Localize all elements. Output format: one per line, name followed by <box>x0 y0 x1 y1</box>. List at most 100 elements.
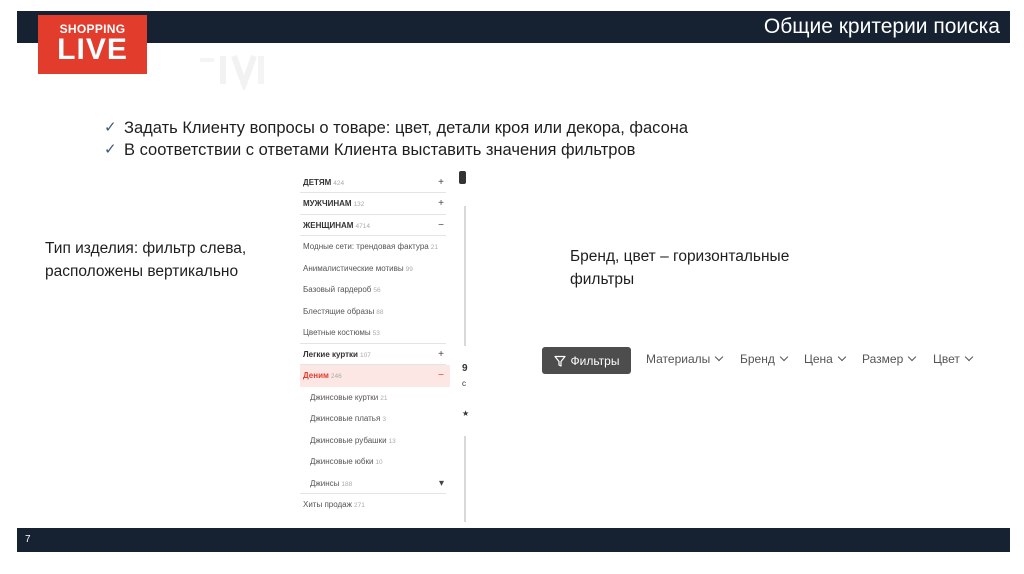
category-item[interactable]: ДЕТЯМ 424 + <box>300 171 450 193</box>
checkmark-icon: ✓ <box>104 141 117 158</box>
category-item[interactable]: Базовый гардероб 56 <box>300 279 450 301</box>
filter-label: Бренд <box>740 352 775 366</box>
filter-label: Размер <box>862 352 904 366</box>
category-name: Модные сети: трендовая фактура <box>303 242 429 251</box>
category-name: Джинсовые платья <box>310 414 381 423</box>
category-item[interactable]: Деним 246 − <box>300 364 450 387</box>
instruction-text: В соответствии с ответами Клиента выстав… <box>124 141 636 159</box>
category-name: Базовый гардероб <box>303 285 372 294</box>
category-count: 21 <box>430 244 438 251</box>
category-count: 53 <box>372 330 380 337</box>
category-item-label: Цветные костюмы 53 <box>303 328 380 337</box>
filter-materials[interactable]: Материалы <box>646 352 724 366</box>
slide-title: Общие критерии поиска <box>763 15 1000 38</box>
title-bar: Общие критерии поиска <box>17 11 1010 43</box>
category-item-label: Модные сети: трендовая фактура 21 <box>303 242 438 251</box>
category-name: Деним <box>303 371 329 380</box>
right-caption-line: Бренд, цвет – горизонтальные <box>570 248 790 265</box>
category-count: 3 <box>382 416 386 423</box>
scroll-handle[interactable] <box>459 171 466 184</box>
shopping-live-logo: SHOPPING LIVE <box>38 15 147 74</box>
right-caption: Бренд, цвет – горизонтальные фильтры <box>570 245 789 291</box>
page-number: 7 <box>25 534 31 545</box>
category-count: 4714 <box>355 222 370 230</box>
category-item[interactable]: Хиты продаж 271 <box>300 494 450 516</box>
scrollbar[interactable] <box>464 436 466 522</box>
category-item-label: Джинсы 188 <box>310 479 352 488</box>
category-item[interactable]: Модные сети: трендовая фактура 21 <box>300 236 450 258</box>
category-item-label: Деним 246 <box>303 371 342 380</box>
left-caption-line: расположены вертикально <box>45 263 239 280</box>
category-count: 107 <box>359 351 371 359</box>
category-name: Джинсовые рубашки <box>310 435 387 445</box>
left-caption-line: Тип изделия: фильтр слева, <box>45 240 247 257</box>
checkmark-icon: ✓ <box>104 119 117 136</box>
logo-line-2: LIVE <box>57 33 128 66</box>
chevron-down-icon <box>964 352 974 362</box>
category-item[interactable]: Легкие куртки 107 + <box>300 343 450 365</box>
expand-icon[interactable]: + <box>438 198 444 209</box>
filter-size[interactable]: Размер <box>862 352 917 366</box>
collapse-icon[interactable]: − <box>438 370 444 381</box>
filters-button-label: Фильтры <box>570 353 620 368</box>
category-item-label: МУЖЧИНАМ 132 <box>303 199 364 208</box>
filter-brand[interactable]: Бренд <box>740 352 789 366</box>
category-name: Джинсы <box>310 478 340 488</box>
category-name: Анималистические мотивы <box>303 263 404 273</box>
category-item[interactable]: Блестящие образы 88 <box>300 300 450 322</box>
filter-price[interactable]: Цена <box>804 352 847 366</box>
collapse-icon[interactable]: − <box>438 220 444 231</box>
expand-icon[interactable]: + <box>438 177 444 188</box>
filters-button[interactable]: Фильтры <box>542 347 631 374</box>
watermark-logo <box>200 54 264 90</box>
category-item[interactable]: Джинсовые юбки 10 <box>300 451 450 473</box>
filter-label: Цвет <box>933 352 960 366</box>
category-item-label: Джинсовые рубашки 13 <box>310 436 396 445</box>
category-name: Хиты продаж <box>303 500 352 509</box>
category-name: Легкие куртки <box>303 349 358 359</box>
category-item-label: Джинсовые платья 3 <box>310 414 386 423</box>
category-name: Джинсовые юбки <box>310 457 374 466</box>
chevron-down-icon <box>715 352 724 362</box>
category-item[interactable]: ЖЕНЩИНАМ 4714 − <box>300 214 450 236</box>
category-count: 13 <box>388 437 396 445</box>
scrollbar[interactable] <box>464 206 466 346</box>
category-count: 88 <box>376 308 384 316</box>
category-item[interactable]: Цветные костюмы 53 <box>300 322 450 344</box>
category-item[interactable]: Джинсы 188 ▾ <box>300 472 450 494</box>
category-item-label: ДЕТЯМ 424 <box>303 178 344 187</box>
category-count: 10 <box>375 459 383 466</box>
category-item-label: Джинсовые юбки 10 <box>310 457 383 466</box>
category-name: Цветные костюмы <box>303 328 371 337</box>
funnel-icon <box>553 355 566 367</box>
category-item-label: Легкие куртки 107 <box>303 350 371 359</box>
category-item[interactable]: Анималистические мотивы 99 <box>300 257 450 279</box>
instruction-list: ✓ Задать Клиенту вопросы о товаре: цвет,… <box>104 117 688 161</box>
instruction-text: Задать Клиенту вопросы о товаре: цвет, д… <box>124 119 689 137</box>
chevron-down-icon <box>837 352 847 362</box>
category-item[interactable]: Джинсовые рубашки 13 <box>300 429 450 451</box>
cut-off-text: 9 <box>462 363 468 374</box>
instruction-item: ✓ В соответствии с ответами Клиента выст… <box>104 139 688 161</box>
toggle-icon[interactable]: ▾ <box>439 478 444 489</box>
category-item[interactable]: Джинсовые платья 3 <box>300 408 450 430</box>
category-item-label: Джинсовые куртки 21 <box>310 393 388 402</box>
category-name: ДЕТЯМ <box>303 177 332 187</box>
category-name: ЖЕНЩИНАМ <box>303 220 354 230</box>
category-item-label: Анималистические мотивы 99 <box>303 264 413 273</box>
category-filter-screenshot: 9 с ★ ДЕТЯМ 424 + МУЖЧИНАМ 132 + ЖЕНЩИНАМ 4714 −… <box>296 166 471 523</box>
chevron-down-icon <box>779 352 789 362</box>
category-count: 188 <box>341 480 353 488</box>
category-item-label: Базовый гардероб 56 <box>303 285 381 294</box>
category-count: 21 <box>380 394 388 402</box>
filter-label: Цена <box>804 352 833 366</box>
category-item[interactable]: МУЖЧИНАМ 132 + <box>300 193 450 215</box>
category-item[interactable]: Джинсовые куртки 21 <box>300 386 450 408</box>
cut-off-text: с <box>462 379 466 388</box>
star-icon: ★ <box>462 409 470 418</box>
expand-icon[interactable]: + <box>438 349 444 360</box>
category-count: 132 <box>353 201 365 208</box>
category-count: 246 <box>330 373 342 380</box>
filter-color[interactable]: Цвет <box>933 352 974 366</box>
category-item-label: ЖЕНЩИНАМ 4714 <box>303 221 370 230</box>
